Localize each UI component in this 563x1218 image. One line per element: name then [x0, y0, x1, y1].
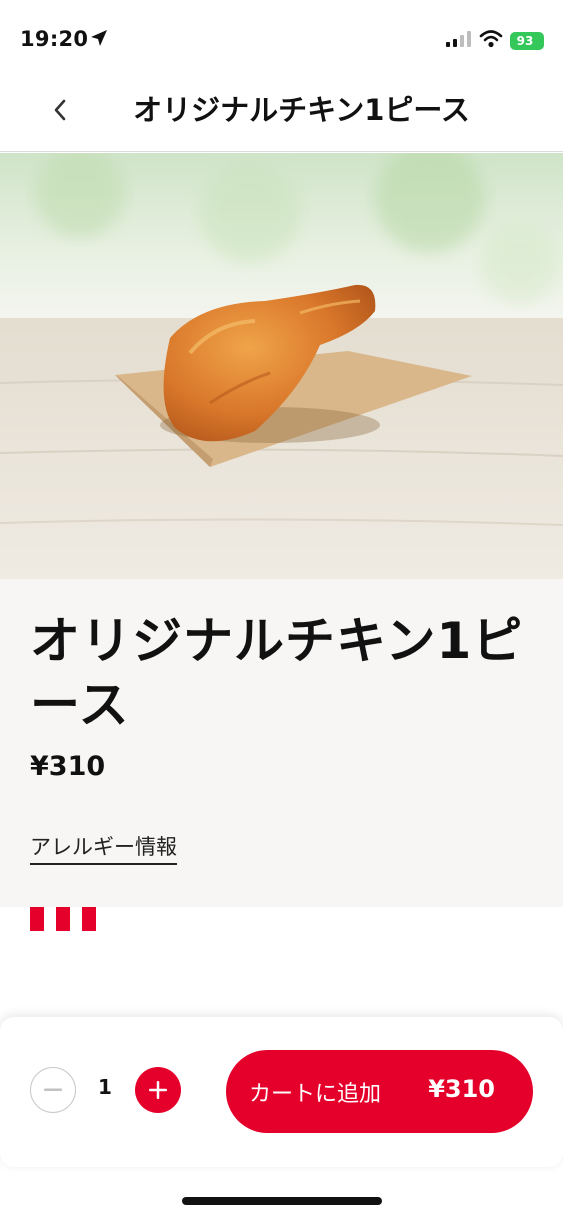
cart-bar: 1 カートに追加 ¥310: [0, 1017, 563, 1167]
allergy-info-link[interactable]: アレルギー情報: [30, 831, 177, 865]
add-to-cart-price: ¥310: [428, 1075, 495, 1103]
screen: 19:20 93 オリジナルチキン1ピース オリジナルチキン1ピース ¥310 …: [0, 0, 563, 1218]
brand-stripe: [30, 907, 44, 931]
brand-stripes: [30, 907, 100, 931]
page-title: オリジナルチキン1ピース: [133, 93, 470, 127]
product-info: オリジナルチキン1ピース ¥310 アレルギー情報: [0, 579, 563, 907]
product-image: [0, 153, 563, 579]
battery-level: 93: [516, 34, 534, 48]
status-bar: 19:20 93: [0, 0, 563, 80]
quantity-value: 1: [98, 1075, 112, 1099]
product-price: ¥310: [30, 751, 106, 782]
brand-stripe: [82, 907, 96, 931]
navigation-header: オリジナルチキン1ピース: [0, 70, 563, 152]
chevron-left-icon: [54, 99, 66, 121]
home-indicator: [182, 1197, 382, 1205]
add-to-cart-button[interactable]: カートに追加 ¥310: [226, 1050, 533, 1133]
location-arrow-icon: [91, 30, 107, 46]
status-time: 19:20: [20, 27, 89, 51]
decrease-quantity-button[interactable]: [30, 1067, 76, 1113]
back-button[interactable]: [40, 88, 80, 132]
fried-chicken-photo: [0, 153, 563, 579]
add-to-cart-label: カートに追加: [249, 1082, 382, 1107]
plus-icon: [149, 1081, 167, 1099]
signal-icon: [446, 31, 471, 47]
increase-quantity-button[interactable]: [135, 1067, 181, 1113]
product-name: オリジナルチキン1ピース: [30, 612, 524, 734]
battery-indicator: 93: [510, 32, 544, 50]
wifi-icon: [479, 30, 503, 48]
minus-icon: [44, 1088, 62, 1091]
brand-stripe: [56, 907, 70, 931]
